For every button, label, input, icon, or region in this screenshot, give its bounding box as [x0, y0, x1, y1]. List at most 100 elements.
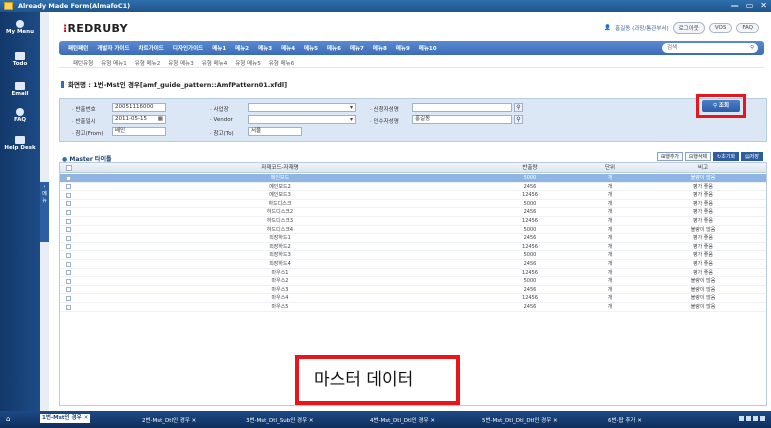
task-tab[interactable]: 2번-Mst_Dtl인 경우 ✕: [142, 416, 196, 424]
menu-item[interactable]: 메뉴3: [258, 44, 272, 52]
task-tab[interactable]: 4번-Mst_Dtl_Dtl인 경우 ✕: [370, 416, 435, 424]
receiver-field[interactable]: 홍길동: [412, 115, 512, 124]
menu-item[interactable]: 메뉴5: [304, 44, 318, 52]
calendar-icon[interactable]: ▦: [158, 116, 163, 123]
menu-item[interactable]: 패턴패턴: [68, 44, 88, 52]
task-tab[interactable]: 6번-팝 추가 ✕: [608, 416, 642, 424]
row-checkbox[interactable]: [66, 261, 71, 267]
faq-button[interactable]: FAQ: [736, 23, 759, 33]
submenu-item[interactable]: 유형 메뉴1: [101, 59, 127, 67]
table-row[interactable]: 마우스3 2456 개 불량이 많음: [60, 286, 766, 295]
sidebar-item-help-desk[interactable]: Help Desk: [0, 136, 40, 151]
menu-item[interactable]: 메뉴6: [327, 44, 341, 52]
vendor-select[interactable]: [248, 115, 356, 124]
task-tab[interactable]: 5번-Mst_Dtl_Dtl_Dtl인 경우 ✕: [482, 416, 558, 424]
ref-from-field[interactable]: 배인: [112, 127, 166, 136]
search-icon[interactable]: ⚲: [750, 43, 754, 53]
table-cell: 개: [607, 226, 613, 233]
submenu-item[interactable]: 유형 메뉴5: [235, 59, 261, 67]
table-row[interactable]: 마우스4 12456 개 불량이 많음: [60, 294, 766, 303]
row-checkbox[interactable]: [66, 175, 71, 181]
menu-item[interactable]: 메뉴2: [235, 44, 249, 52]
row-checkbox[interactable]: [66, 192, 71, 198]
task-tab[interactable]: 3번-Mst_Dtl_Sub인 경우 ✕: [246, 416, 314, 424]
row-checkbox[interactable]: [66, 201, 71, 207]
query-button[interactable]: ⚲ 조회: [702, 100, 740, 112]
table-row[interactable]: 하드디스크 5000 개 평가 좋음: [60, 200, 766, 209]
table-row[interactable]: 외장하드4 2456 개 평가 좋음: [60, 260, 766, 269]
receiver-search-icon[interactable]: ⚲: [514, 115, 523, 124]
table-row[interactable]: 하드디스크4 5000 개 불량이 많음: [60, 226, 766, 235]
menu-item[interactable]: 메뉴4: [281, 44, 295, 52]
applicant-search-icon[interactable]: ⚲: [514, 103, 523, 112]
row-checkbox[interactable]: [66, 270, 71, 276]
table-row[interactable]: 메인보드3 12456 개 평가 좋음: [60, 191, 766, 200]
row-checkbox[interactable]: [66, 235, 71, 241]
sidebar-item-faq[interactable]: FAQ: [0, 108, 40, 123]
row-checkbox[interactable]: [66, 244, 71, 250]
tile-icon[interactable]: [739, 416, 744, 421]
task-tab-active[interactable]: 1번-Mst인 경우 ✕: [40, 414, 91, 423]
table-row[interactable]: 외장하드1 2456 개 평가 좋음: [60, 234, 766, 243]
row-checkbox[interactable]: [66, 184, 71, 190]
row-checkbox[interactable]: [66, 252, 71, 258]
row-checkbox[interactable]: [66, 304, 71, 310]
logout-button[interactable]: 로그아웃: [672, 22, 705, 34]
menu-side-tab[interactable]: › 메뉴: [40, 182, 49, 242]
applicant-field[interactable]: [412, 103, 512, 112]
row-checkbox[interactable]: [66, 218, 71, 224]
cascade-icon[interactable]: [746, 416, 751, 421]
delete-row-button[interactable]: ⊟행삭제: [685, 152, 712, 161]
home-icon[interactable]: ⌂: [6, 415, 10, 423]
submenu-item[interactable]: 유형 메뉴2: [135, 59, 161, 67]
reset-button[interactable]: ↻초기화: [713, 152, 740, 161]
close-button[interactable]: ✕: [760, 0, 767, 12]
column-header[interactable]: 비고: [640, 163, 766, 172]
menu-item[interactable]: 메뉴7: [350, 44, 364, 52]
search-input[interactable]: 검색 ⚲: [662, 43, 758, 53]
close-all-icon[interactable]: [760, 416, 765, 421]
select-all-checkbox[interactable]: [66, 165, 72, 171]
maximize-button[interactable]: ▭: [746, 0, 754, 12]
table-row[interactable]: 메인보드 5000 개 불량이 많음: [60, 174, 766, 183]
table-row[interactable]: 마우스5 2456 개 불량이 많음: [60, 303, 766, 312]
column-header[interactable]: 자재코드-자재명: [80, 163, 480, 172]
sidebar-item-my-menu[interactable]: My Menu: [0, 20, 40, 35]
add-row-button[interactable]: ⊞행추가: [657, 152, 684, 161]
row-checkbox[interactable]: [66, 287, 71, 293]
menu-item[interactable]: 차트가이드: [139, 44, 164, 52]
row-checkbox[interactable]: [66, 278, 71, 284]
table-row[interactable]: 마우스2 5000 개 불량이 많음: [60, 277, 766, 286]
column-header[interactable]: 단위: [580, 163, 640, 172]
site-select[interactable]: [248, 103, 356, 112]
row-checkbox[interactable]: [66, 209, 71, 215]
table-row[interactable]: 메인보드2 2456 개 평가 좋음: [60, 183, 766, 192]
menu-item[interactable]: 메뉴9: [396, 44, 410, 52]
column-header[interactable]: 반출량: [480, 163, 580, 172]
submenu-item[interactable]: 유형 메뉴4: [202, 59, 228, 67]
submenu-item[interactable]: 유형 메뉴6: [269, 59, 295, 67]
menu-item[interactable]: 메뉴10: [419, 44, 437, 52]
menu-item[interactable]: 개발자 가이드: [97, 44, 129, 52]
table-row[interactable]: 외장하드2 12456 개 평가 좋음: [60, 243, 766, 252]
save-button[interactable]: ▤저장: [741, 152, 763, 161]
table-row[interactable]: 하드디스크2 2456 개 평가 좋음: [60, 208, 766, 217]
table-row[interactable]: 외장하드3 5000 개 평가 좋음: [60, 251, 766, 260]
submenu-item[interactable]: 유형 메뉴3: [168, 59, 194, 67]
minimize-button[interactable]: —: [731, 0, 739, 12]
row-checkbox[interactable]: [66, 295, 71, 301]
menu-item[interactable]: 메뉴1: [212, 44, 226, 52]
ban-date-field[interactable]: 2011-05-15 ▦: [112, 115, 166, 124]
table-row[interactable]: 하드디스크3 12456 개 평가 좋음: [60, 217, 766, 226]
sidebar-item-todo[interactable]: Todo: [0, 52, 40, 67]
row-checkbox[interactable]: [66, 227, 71, 233]
vos-button[interactable]: VOS: [708, 23, 733, 33]
menu-item[interactable]: 디자인가이드: [173, 44, 203, 52]
grid-icon[interactable]: [753, 416, 758, 421]
sidebar-item-email[interactable]: Email: [0, 82, 40, 97]
menu-item[interactable]: 메뉴8: [373, 44, 387, 52]
ref-to-field[interactable]: 서울: [248, 127, 302, 136]
submenu-item[interactable]: 패턴유형: [73, 59, 93, 67]
table-row[interactable]: 마우스1 12456 개 평가 좋음: [60, 269, 766, 278]
ban-no-field[interactable]: 20051116000: [112, 103, 166, 112]
